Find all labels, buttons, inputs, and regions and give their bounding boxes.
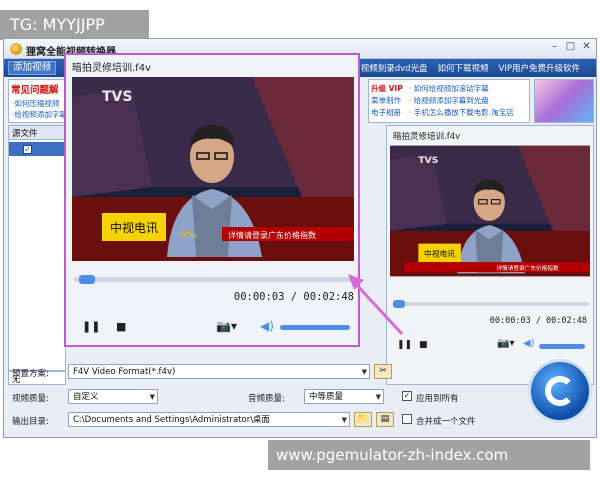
faq-link[interactable]: ·给视频添加字幕 xyxy=(9,109,65,120)
audio-quality-value: 中等质量 xyxy=(309,392,344,402)
file-checkbox[interactable]: ✓ xyxy=(23,144,32,154)
open-folder-button[interactable]: ▤ xyxy=(376,412,394,427)
player-seek-bar[interactable] xyxy=(74,275,352,284)
faq-title: 常见问题解 xyxy=(11,85,59,96)
preview-stop-icon[interactable]: ■ xyxy=(419,340,428,350)
player-caption-logo: 中视电讯 xyxy=(110,220,158,235)
settings-panel: 预置方案: F4V Video Format(*.f4v) ▼ ✂ 视频质量: … xyxy=(4,359,524,437)
preview-title: 暗拍灵修培训.f4v xyxy=(393,132,461,142)
preset-settings-button[interactable]: ✂ xyxy=(374,364,392,379)
app-logo-icon xyxy=(10,43,22,55)
preview-time: 00:00:03 / 00:02:48 xyxy=(489,316,587,326)
file-row[interactable]: ✓ xyxy=(9,142,65,156)
promo-link[interactable]: 电子相册 xyxy=(371,107,407,119)
close-icon[interactable]: ✕ xyxy=(581,42,592,53)
convert-button[interactable] xyxy=(528,359,592,423)
watermark-bottom: www.pgemulator-zh-index.com xyxy=(268,440,590,470)
promo-banner-image[interactable] xyxy=(534,79,594,123)
player-time: 00:00:03 / 00:02:48 xyxy=(233,291,354,303)
merge-checkbox[interactable] xyxy=(402,414,412,424)
audio-quality-select[interactable]: 中等质量 ▼ xyxy=(304,389,384,404)
preset-label: 预置方案: xyxy=(12,369,49,379)
watermark-top: TG: MYYJJPP xyxy=(0,10,149,40)
volume-slider[interactable] xyxy=(280,325,350,330)
preset-value: F4V Video Format(*.f4v) xyxy=(73,367,176,377)
promo-panel: 升级 VIP 菜单制作 电子相册 · 如何给视频加滚动字幕 · 给视频添加字幕到… xyxy=(368,79,530,123)
audio-quality-label: 音频质量: xyxy=(248,394,285,404)
promo-link[interactable]: · 如何给视频加滚动字幕 xyxy=(409,83,529,95)
chevron-down-icon: ▼ xyxy=(149,393,155,401)
player-channel-logo: TVS xyxy=(102,89,132,105)
preview-snapshot-icon[interactable]: 📷▾ xyxy=(497,338,514,349)
pause-icon[interactable]: ❚❚ xyxy=(82,320,100,333)
minimize-icon[interactable]: – xyxy=(549,42,560,53)
preview-panel: 暗拍灵修培训.f4v 中视电讯 详情请登录广东价格指数 TVS 00:00:03… xyxy=(386,125,594,385)
player-seek-thumb[interactable] xyxy=(79,275,96,284)
browse-folder-button[interactable]: 📁 xyxy=(354,412,372,427)
file-list-header: 源文件 xyxy=(9,126,65,140)
toolbar-link[interactable]: 视频刻录dvd光盘 xyxy=(361,62,428,74)
apply-all-checkbox[interactable]: ✓ xyxy=(402,391,412,401)
preview-caption-logo: 中视电讯 xyxy=(424,248,455,258)
preview-pause-icon[interactable]: ❚❚ xyxy=(397,340,412,350)
player-title: 暗拍灵修培训.f4v xyxy=(72,63,151,74)
apply-all-label: 应用到所有 xyxy=(416,394,459,404)
video-quality-select[interactable]: 自定义 ▼ xyxy=(68,389,158,404)
player-video: 中视电讯 6%。 详情请登录广东价格指数 TVS xyxy=(72,77,354,261)
volume-icon[interactable]: ◀) xyxy=(260,319,274,333)
promo-link[interactable]: · 手机怎么播放下载电影 淘宝店 xyxy=(409,107,529,119)
preview-volume-slider[interactable] xyxy=(539,344,585,349)
preview-video: 中视电讯 详情请登录广东价格指数 TVS xyxy=(390,144,590,278)
promo-link[interactable]: · 给视频添加字幕到光盘 xyxy=(409,95,529,107)
output-label: 输出目录: xyxy=(12,417,49,427)
video-player-popup: 暗拍灵修培训.f4v 中视电讯 6%。 详情请登录广东价格指数 TVS 00:0… xyxy=(64,53,360,347)
video-quality-label: 视频质量: xyxy=(12,394,49,404)
output-path-field[interactable]: C:\Documents and Settings\Administrator\… xyxy=(68,412,350,427)
merge-label: 合并成一个文件 xyxy=(416,417,476,427)
video-quality-value: 自定义 xyxy=(73,392,99,402)
toolbar-link[interactable]: VIP用户免费升级软件 xyxy=(499,62,580,74)
chevron-down-icon: ▼ xyxy=(341,416,347,424)
chevron-down-icon: ▼ xyxy=(375,393,381,401)
maximize-icon[interactable]: □ xyxy=(565,42,576,53)
snapshot-icon[interactable]: 📷▾ xyxy=(216,319,237,333)
toolbar-link[interactable]: 如何下载视频 xyxy=(438,62,489,74)
player-video-frame: 中视电讯 6%。 详情请登录广东价格指数 TVS xyxy=(72,77,354,261)
preset-select[interactable]: F4V Video Format(*.f4v) ▼ xyxy=(68,364,370,379)
faq-link[interactable]: ·如何压缩视频 xyxy=(9,98,65,109)
add-video-button[interactable]: 添加视频 xyxy=(8,61,57,75)
preview-channel-logo: TVS xyxy=(418,155,438,166)
promo-link[interactable]: 升级 VIP xyxy=(371,83,407,95)
refresh-icon xyxy=(545,376,575,406)
output-path-value: C:\Documents and Settings\Administrator\… xyxy=(73,415,271,425)
faq-panel: 常见问题解 ·如何压缩视频 ·给视频添加字幕 xyxy=(8,79,66,123)
file-list: 源文件 ✓ xyxy=(8,125,66,371)
annotation-arrow xyxy=(348,274,404,336)
preview-seek-bar[interactable] xyxy=(393,300,589,308)
preview-volume-icon[interactable]: ◀) xyxy=(523,338,535,349)
promo-link[interactable]: 菜单制作 xyxy=(371,95,407,107)
preview-video-frame: 中视电讯 详情请登录广东价格指数 TVS xyxy=(390,145,590,277)
chevron-down-icon: ▼ xyxy=(361,368,367,376)
player-ticker-text: 详情请登录广东价格指数 xyxy=(228,230,316,240)
stop-icon[interactable]: ■ xyxy=(116,320,126,333)
player-ticker-number: 6%。 xyxy=(180,230,203,240)
